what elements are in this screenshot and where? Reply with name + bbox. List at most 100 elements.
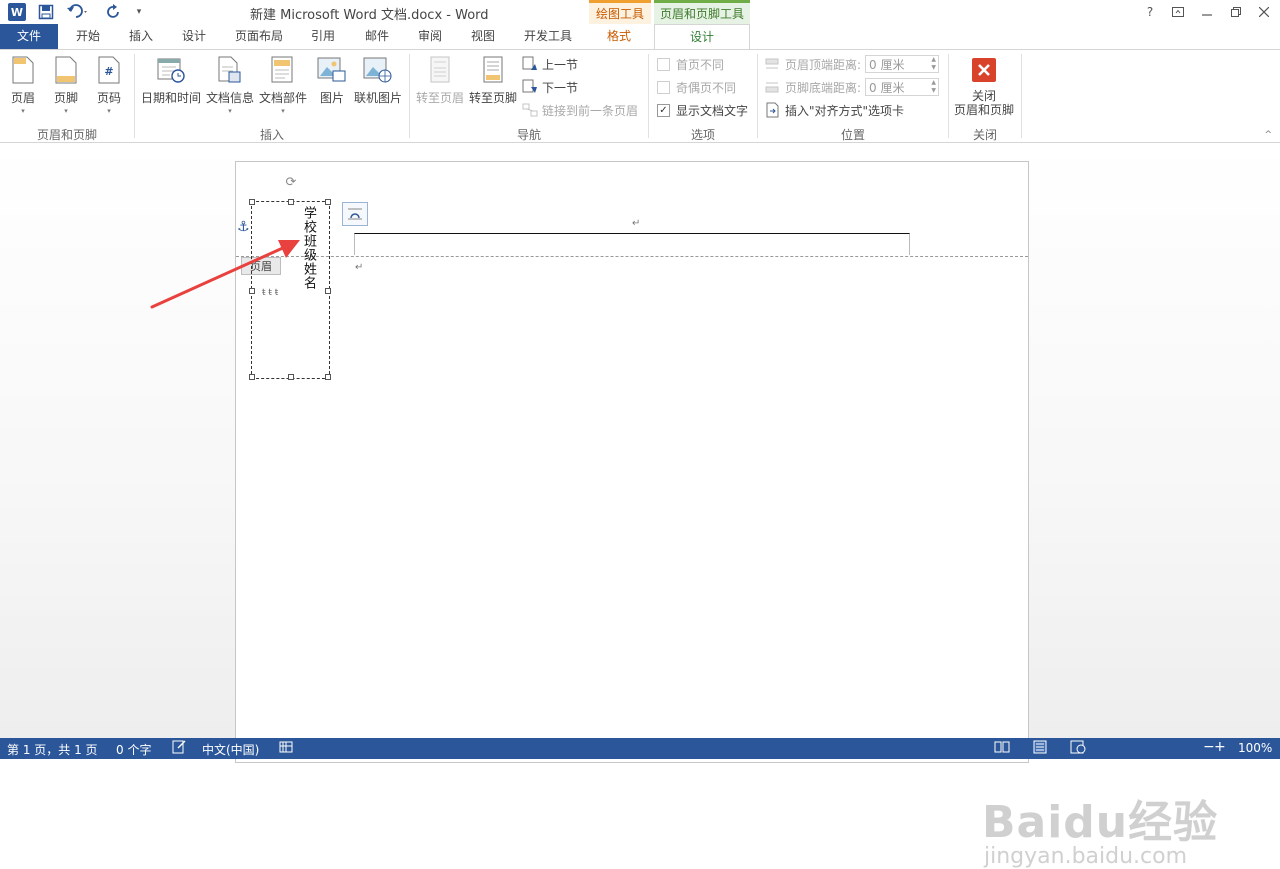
header-boundary-line xyxy=(236,256,1028,257)
different-odd-even-checkbox[interactable]: 奇偶页不同 xyxy=(657,77,736,97)
tab-developer[interactable]: 开发工具 xyxy=(517,24,579,49)
print-layout-icon[interactable] xyxy=(1032,740,1048,757)
text-marks: ŧ ŧ ŧ xyxy=(262,288,279,298)
online-picture-button[interactable]: 联机图片 xyxy=(354,54,402,106)
zoom-in-icon[interactable]: + xyxy=(1214,739,1226,755)
resize-handle[interactable] xyxy=(288,374,294,380)
show-document-text-checkbox[interactable]: ✓ 显示文档文字 xyxy=(657,100,748,120)
tab-view[interactable]: 视图 xyxy=(463,24,503,49)
group-label-close: 关闭 xyxy=(972,128,997,142)
repeat-icon[interactable] xyxy=(106,2,122,22)
tab-header-footer-design[interactable]: 设计 xyxy=(654,24,750,50)
alignment-tab-icon xyxy=(765,102,781,118)
tab-review[interactable]: 审阅 xyxy=(410,24,450,49)
macro-record-icon[interactable] xyxy=(279,740,293,757)
group-label-header-footer: 页眉和页脚 xyxy=(36,128,97,142)
tab-format[interactable]: 格式 xyxy=(594,24,644,49)
next-section-icon xyxy=(522,79,538,95)
tab-references[interactable]: 引用 xyxy=(303,24,343,49)
anchor-icon: ⚓ xyxy=(237,219,250,235)
minimize-icon[interactable] xyxy=(1197,2,1217,22)
undo-icon[interactable] xyxy=(66,2,90,22)
resize-handle[interactable] xyxy=(325,199,331,205)
picture-button[interactable]: 图片 xyxy=(317,54,347,106)
tab-file[interactable]: 文件 xyxy=(0,24,58,49)
chevron-down-icon: ▾ xyxy=(64,107,68,115)
header-page-icon xyxy=(8,54,38,86)
tab-design[interactable]: 设计 xyxy=(174,24,214,49)
resize-handle[interactable] xyxy=(249,288,255,294)
page-number-button[interactable]: # 页码 ▾ xyxy=(94,54,124,115)
close-header-footer-button[interactable]: 关闭 页眉和页脚 xyxy=(954,54,1014,117)
footer-page-icon xyxy=(51,54,81,86)
tab-insert[interactable]: 插入 xyxy=(121,24,161,49)
ribbon-display-options-icon[interactable] xyxy=(1168,2,1188,22)
header-button[interactable]: 页眉 ▾ xyxy=(8,54,38,115)
footer-bottom-distance-input[interactable]: 0 厘米 ▲ ▼ xyxy=(865,78,940,96)
go-to-footer-icon xyxy=(478,54,508,86)
help-icon[interactable]: ? xyxy=(1140,2,1160,22)
header-top-distance-input[interactable]: 0 厘米 ▲ ▼ xyxy=(865,55,940,73)
tab-mailings[interactable]: 邮件 xyxy=(357,24,397,49)
document-info-button[interactable]: 文档信息 ▾ xyxy=(206,54,254,115)
ribbon-tab-row: 文件 开始 插入 设计 页面布局 引用 邮件 审阅 视图 开发工具 格式 设计 … xyxy=(0,24,1280,73)
paragraph-mark: ↵ xyxy=(632,218,641,229)
zoom-out-icon[interactable]: − xyxy=(1203,739,1215,755)
status-bar: 第 1 页，共 1 页 0 个字 中文(中国) − + 100% xyxy=(0,738,1280,759)
web-layout-icon[interactable] xyxy=(1070,740,1086,757)
group-label-navigation: 导航 xyxy=(516,128,541,142)
calendar-clock-icon xyxy=(156,54,186,86)
header-table[interactable] xyxy=(354,233,910,255)
resize-handle[interactable] xyxy=(325,288,331,294)
next-section-button[interactable]: 下一节 xyxy=(522,77,578,97)
previous-section-icon xyxy=(522,56,538,72)
footer-bottom-distance-row: 页脚底端距离: 0 厘米 ▲ ▼ xyxy=(765,77,940,97)
chevron-down-icon: ▾ xyxy=(107,107,111,115)
date-time-button[interactable]: 日期和时间 xyxy=(141,54,201,106)
resize-handle[interactable] xyxy=(325,374,331,380)
restore-icon[interactable] xyxy=(1226,2,1246,22)
zoom-level[interactable]: 100% xyxy=(1238,741,1272,755)
close-window-icon[interactable] xyxy=(1254,2,1274,22)
document-title: 新建 Microsoft Word 文档.docx - Word xyxy=(250,8,489,23)
chevron-down-icon: ▾ xyxy=(281,107,285,115)
document-canvas[interactable]: 页眉 ⚓ ⟳ 学校班级姓名 ŧ ŧ ŧ ↵ ↵ Baidu经验 jingyan.… xyxy=(0,143,1280,869)
language-status[interactable]: 中文(中国) xyxy=(202,741,259,758)
group-label-insert: 插入 xyxy=(259,128,284,142)
header-top-distance-row: 页眉顶端距离: 0 厘米 ▲ ▼ xyxy=(765,54,940,74)
proofing-icon[interactable] xyxy=(172,740,186,757)
footer-button[interactable]: 页脚 ▾ xyxy=(51,54,81,115)
read-mode-icon[interactable] xyxy=(994,740,1010,757)
drawing-tools-context-label: 绘图工具 xyxy=(589,0,651,24)
word-app-icon[interactable]: W xyxy=(8,3,26,21)
go-to-footer-button[interactable]: 转至页脚 xyxy=(469,54,517,106)
document-parts-button[interactable]: 文档部件 ▾ xyxy=(259,54,307,115)
different-first-page-checkbox[interactable]: 首页不同 xyxy=(657,54,724,74)
go-to-header-button[interactable]: 转至页眉 xyxy=(416,54,464,106)
collapse-ribbon-icon[interactable]: ^ xyxy=(1264,130,1272,140)
document-page[interactable]: 页眉 ⚓ ⟳ 学校班级姓名 ŧ ŧ ŧ ↵ ↵ xyxy=(235,161,1029,763)
tab-page-layout[interactable]: 页面布局 xyxy=(228,24,290,49)
resize-handle[interactable] xyxy=(249,374,255,380)
customize-qat-icon[interactable]: ▾ xyxy=(134,2,144,22)
resize-handle[interactable] xyxy=(249,199,255,205)
title-bar: W ▾ 新建 Microsoft Word 文档.docx - Word 绘图工… xyxy=(0,0,1280,24)
chevron-down-icon: ▾ xyxy=(228,107,232,115)
link-to-previous-button[interactable]: 链接到前一条页眉 xyxy=(522,100,638,120)
vertical-text-content[interactable]: 学校班级姓名 xyxy=(301,206,318,290)
layout-options-icon[interactable] xyxy=(342,202,368,226)
insert-alignment-tab-button[interactable]: 插入"对齐方式"选项卡 xyxy=(765,100,904,120)
group-label-options: 选项 xyxy=(690,128,715,142)
word-count-status[interactable]: 0 个字 xyxy=(116,741,151,758)
rotate-handle-icon[interactable]: ⟳ xyxy=(284,176,298,190)
vertical-text-box[interactable]: 学校班级姓名 ŧ ŧ ŧ xyxy=(249,199,331,380)
tab-home[interactable]: 开始 xyxy=(68,24,108,49)
previous-section-button[interactable]: 上一节 xyxy=(522,54,578,74)
save-icon[interactable] xyxy=(38,2,54,22)
checkmark-icon: ✓ xyxy=(657,103,670,117)
go-to-header-icon xyxy=(425,54,455,86)
page-count-status[interactable]: 第 1 页，共 1 页 xyxy=(7,741,98,758)
paragraph-mark: ↵ xyxy=(355,262,364,273)
baidu-watermark: Baidu经验 jingyan.baidu.com xyxy=(982,786,1218,869)
resize-handle[interactable] xyxy=(288,199,294,205)
